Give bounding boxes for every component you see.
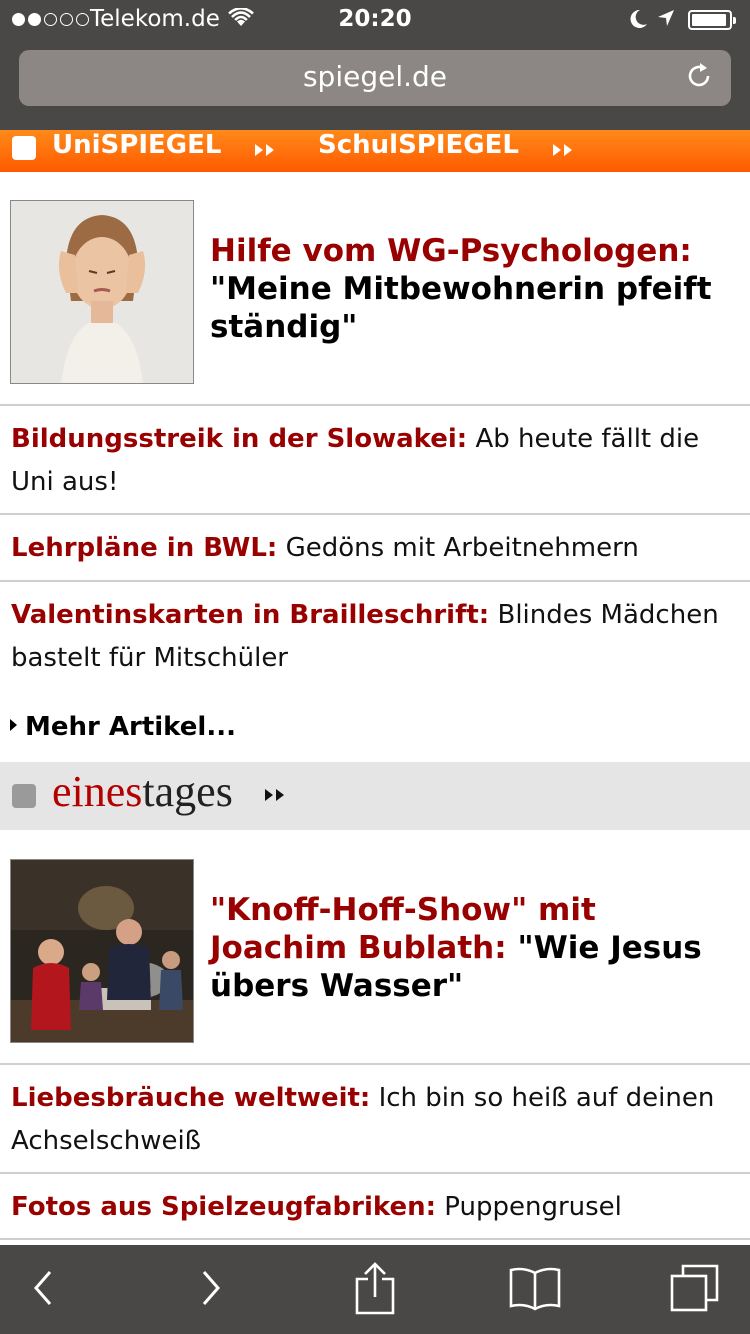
moon-icon [628, 8, 648, 36]
headline-kicker: Hilfe vom WG-Psychologen: [210, 233, 692, 269]
double-arrow-icon [252, 136, 278, 166]
more-articles-label: Mehr Artikel... [25, 712, 236, 742]
address-bar[interactable]: spiegel.de [19, 50, 731, 106]
tabs-icon [669, 1262, 721, 1318]
schulspiegel-link[interactable]: SchulSPIEGEL [318, 130, 519, 160]
divider [0, 404, 750, 406]
item-kicker: Fotos aus Spielzeugfabriken: [11, 1192, 436, 1222]
item-kicker: Liebesbräuche weltweit: [11, 1083, 371, 1113]
item-kicker: Valentinskarten in Brailleschrift: [11, 600, 490, 630]
divider [0, 513, 750, 515]
back-button[interactable] [0, 1245, 86, 1334]
item-kicker: Bildungsstreik in der Slowakei: [11, 424, 468, 454]
list-item[interactable]: Valentinskarten in Brailleschrift: Blind… [11, 594, 739, 680]
unispiegel-link[interactable]: UniSPIEGEL [52, 130, 221, 160]
featured-headline[interactable]: "Knoff-Hoff-Show" mit Joachim Bublath: "… [210, 891, 740, 1005]
chevron-left-icon [30, 1268, 56, 1312]
triangle-right-icon [10, 718, 17, 731]
divider [0, 580, 750, 582]
browser-toolbar [0, 1245, 750, 1334]
divider [0, 1172, 750, 1174]
url-text: spiegel.de [302, 60, 448, 93]
section-square-icon [12, 784, 36, 808]
article-thumbnail[interactable] [10, 859, 194, 1043]
more-articles-link[interactable]: Mehr Artikel... [10, 712, 236, 742]
forward-button[interactable] [168, 1245, 254, 1334]
list-item[interactable]: Fotos aus Spielzeugfabriken: Puppengruse… [11, 1186, 739, 1229]
share-icon [353, 1261, 397, 1319]
location-arrow-icon [656, 8, 676, 34]
reload-icon[interactable] [683, 60, 715, 96]
section-bar: UniSPIEGEL SchulSPIEGEL [0, 130, 750, 172]
item-text: Gedöns mit Arbeitnehmern [285, 533, 639, 563]
status-bar: Telekom.de 20:20 [0, 0, 750, 42]
chevron-right-icon [198, 1268, 224, 1312]
list-item[interactable]: Lehrpläne in BWL: Gedöns mit Arbeitnehme… [11, 527, 739, 570]
article-thumbnail[interactable] [10, 200, 194, 384]
book-icon [508, 1265, 562, 1315]
tv-show-photo-image [11, 860, 193, 1042]
list-item[interactable]: Bildungsstreik in der Slowakei: Ab heute… [11, 418, 739, 504]
share-button[interactable] [330, 1245, 420, 1334]
woman-covering-ears-image [11, 201, 193, 383]
item-text: Puppengrusel [444, 1192, 622, 1222]
tabs-button[interactable] [650, 1245, 740, 1334]
browser-chrome: Telekom.de 20:20 spiegel.de [0, 0, 750, 130]
section-checkbox-icon [12, 136, 36, 160]
list-item[interactable]: Liebesbräuche weltweit: Ich bin so heiß … [11, 1077, 739, 1163]
divider [0, 1238, 750, 1240]
einestages-logo: einestages [52, 767, 233, 816]
double-arrow-icon [550, 136, 576, 166]
battery-icon [688, 10, 736, 30]
einestages-section-bar[interactable]: einestages [0, 762, 750, 830]
featured-headline[interactable]: Hilfe vom WG-Psychologen: "Meine Mitbewo… [210, 232, 740, 346]
double-arrow-icon [262, 786, 288, 808]
item-kicker: Lehrpläne in BWL: [11, 533, 278, 563]
bookmarks-button[interactable] [490, 1245, 580, 1334]
headline-title: "Meine Mitbewohnerin pfeift ständig" [210, 271, 712, 345]
divider [0, 1063, 750, 1065]
